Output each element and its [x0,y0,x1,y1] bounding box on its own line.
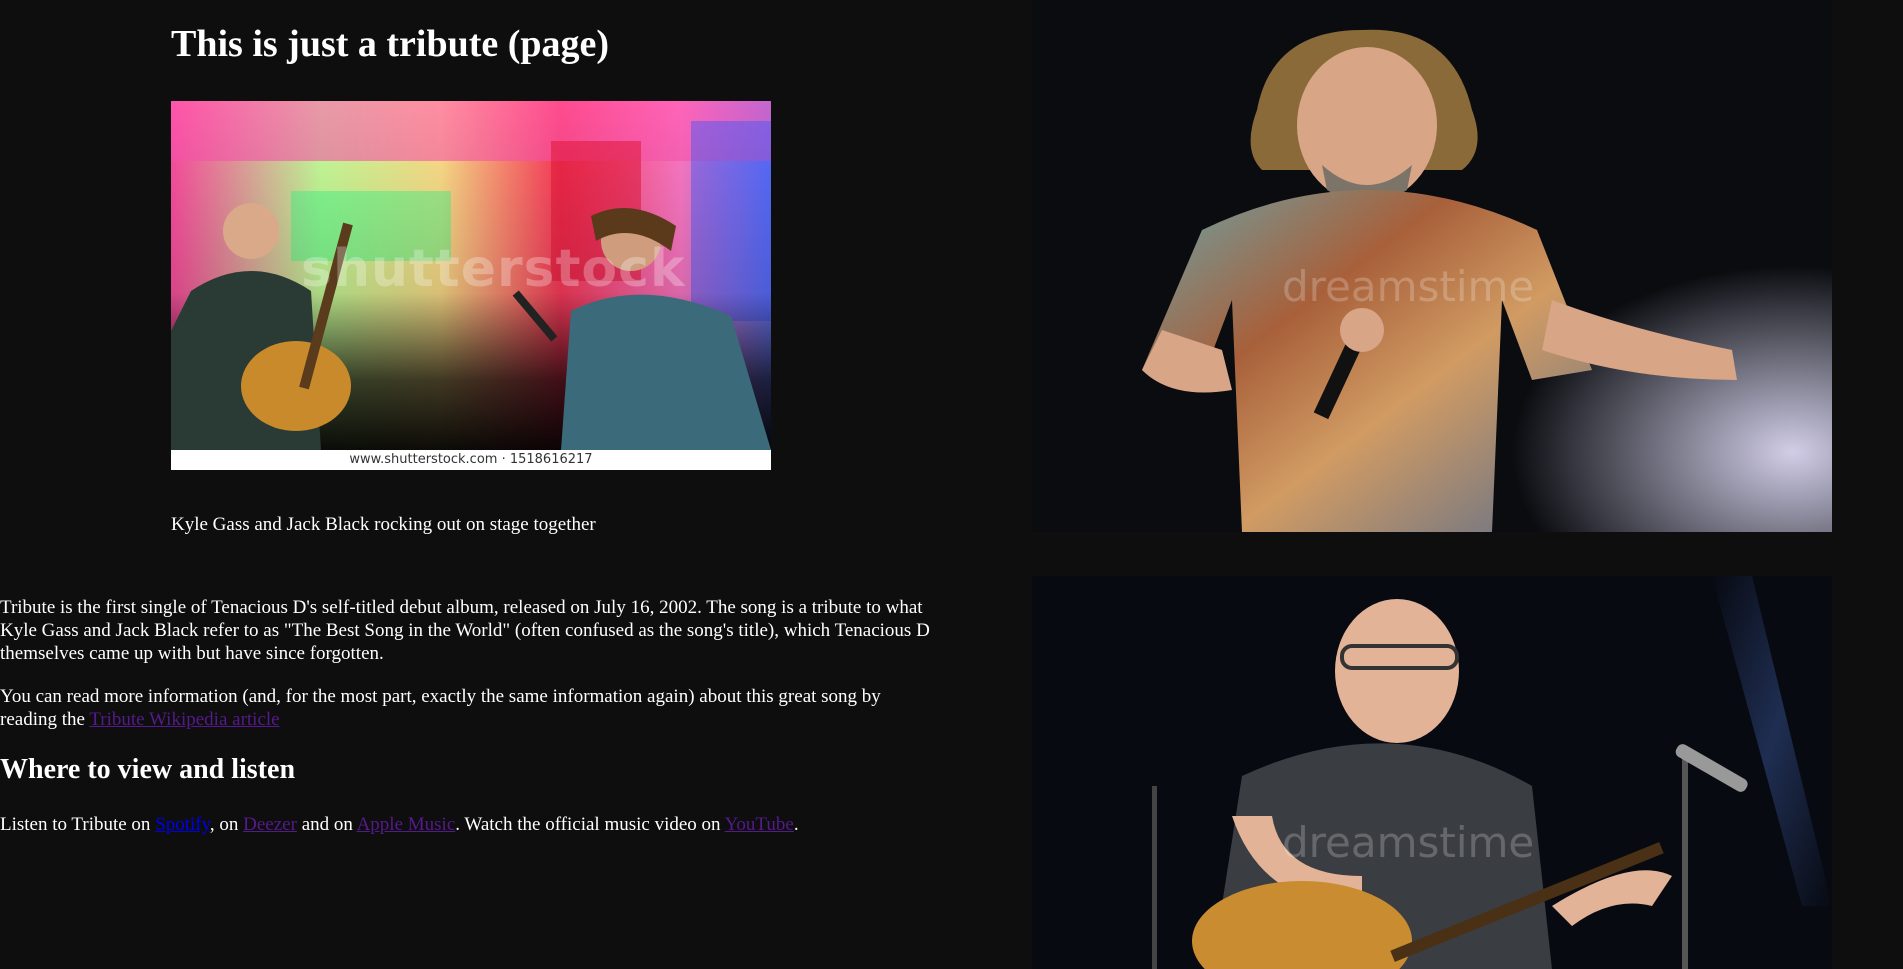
page: This is just a tribute (page) shuttersto… [0,0,1903,969]
jack-black-illustration [1032,0,1832,532]
deezer-link[interactable]: Deezer [243,814,297,835]
youtube-link[interactable]: YouTube [725,814,794,835]
figure-caption: Kyle Gass and Jack Black rocking out on … [171,514,596,535]
listen-sep1: , on [209,814,244,835]
page-title: This is just a tribute (page) [171,23,610,65]
apple-music-link[interactable]: Apple Music [357,814,456,835]
listen-paragraph: Listen to Tribute on Spotify, on Deezer … [0,813,935,836]
listen-prefix: Listen to Tribute on [0,814,156,835]
listen-heading: Where to view and listen [0,754,296,785]
hero-image-credit: www.shutterstock.com · 1518616217 [171,450,771,470]
hero-photo-illustration [171,101,771,450]
listen-mid: . Watch the official music video on [455,814,725,835]
hero-image: shutterstock www.shutterstock.com · 1518… [171,101,771,470]
more-info-paragraph: You can read more information (and, for … [0,685,935,731]
kyle-gass-illustration [1032,576,1832,969]
intro-paragraph: Tribute is the first single of Tenacious… [0,597,930,664]
spotify-link[interactable]: Spotify [155,814,210,835]
listen-suffix: . [793,814,799,835]
jack-black-photo: dreamstime [1032,0,1832,532]
kyle-gass-photo: dreamstime [1032,576,1832,969]
wikipedia-link[interactable]: Tribute Wikipedia article [89,709,279,730]
listen-sep2: and on [296,814,357,835]
